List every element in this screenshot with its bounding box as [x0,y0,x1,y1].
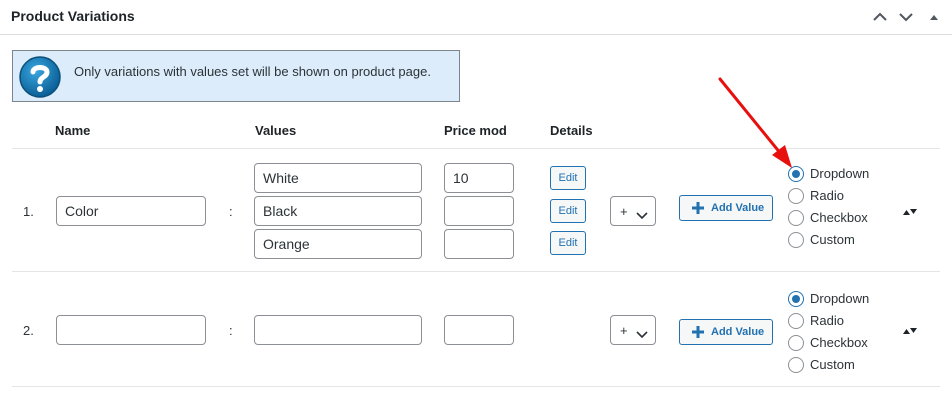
variation-value-input[interactable] [254,163,422,193]
row-number: 1. [23,204,34,219]
radio-button[interactable] [788,188,804,204]
column-header-values: Values [255,123,297,138]
variation-value-input[interactable] [254,229,422,259]
add-value-label: Add Value [711,326,765,338]
radio-button[interactable] [788,232,804,248]
edit-details-button[interactable]: Edit [550,231,586,255]
plus-icon [691,325,705,344]
price-modifier-select[interactable]: + [610,196,656,226]
divider [12,148,940,149]
variation-name-input[interactable] [56,196,206,226]
price-modifier-value: + [620,323,628,338]
sort-handle-icon[interactable] [902,205,918,217]
radio-button[interactable] [788,335,804,351]
plus-icon [691,201,705,220]
chevron-up-icon[interactable] [871,9,889,25]
panel-header: Product Variations [0,0,952,35]
add-value-label: Add Value [711,202,765,214]
radio-label: Checkbox [810,210,868,225]
radio-label: Checkbox [810,335,868,350]
radio-label: Dropdown [810,166,870,181]
price-mod-input[interactable] [444,163,514,193]
divider [12,271,940,272]
add-value-button[interactable]: Add Value [679,319,773,345]
divider [12,386,940,387]
radio-label: Radio [810,188,844,203]
radio-button[interactable] [788,357,804,373]
price-modifier-value: + [620,204,628,219]
radio-button[interactable] [788,313,804,329]
radio-button[interactable] [788,166,804,182]
notice-text: Only variations with values set will be … [74,64,431,79]
separator: : [229,323,233,338]
question-icon [18,55,62,99]
row-number: 2. [23,323,34,338]
variation-value-input[interactable] [254,315,422,345]
column-header-details: Details [550,123,593,138]
variation-value-input[interactable] [254,196,422,226]
separator: : [229,204,233,219]
info-notice: Only variations with values set will be … [12,50,460,102]
chevron-down-icon [636,326,648,344]
panel-title: Product Variations [11,8,135,24]
chevron-down-icon [636,207,648,225]
price-modifier-select[interactable]: + [610,315,656,345]
radio-label: Radio [810,313,844,328]
radio-button[interactable] [788,291,804,307]
radio-button[interactable] [788,210,804,226]
variation-name-input[interactable] [56,315,206,345]
edit-details-button[interactable]: Edit [550,199,586,223]
price-mod-input[interactable] [444,229,514,259]
price-mod-input[interactable] [444,196,514,226]
column-header-price-mod: Price mod [444,123,507,138]
triangle-up-icon[interactable] [928,9,940,25]
add-value-button[interactable]: Add Value [679,195,773,221]
radio-label: Custom [810,232,855,247]
radio-label: Dropdown [810,291,870,306]
sort-handle-icon[interactable] [902,324,918,336]
column-header-name: Name [55,123,91,138]
edit-details-button[interactable]: Edit [550,166,586,190]
price-mod-input[interactable] [444,315,514,345]
chevron-down-icon[interactable] [897,9,915,25]
radio-label: Custom [810,357,855,372]
